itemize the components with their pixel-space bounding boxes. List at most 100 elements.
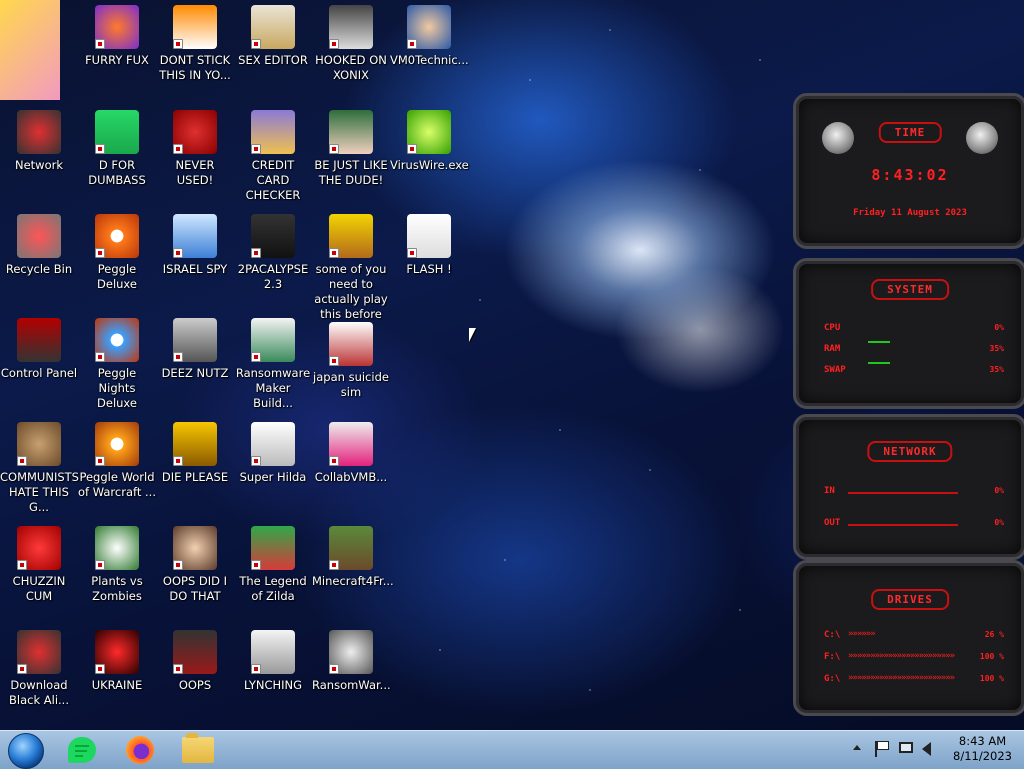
desktop-icon[interactable]: CREDIT CARD CHECKER bbox=[234, 110, 312, 203]
desktop-icon[interactable]: BE JUST LIKE THE DUDE! bbox=[312, 110, 390, 188]
action-center-flag-icon[interactable] bbox=[875, 741, 889, 757]
desktop-icon-label: CHUZZIN CUM bbox=[12, 574, 66, 603]
desktop-icon[interactable]: japan suicide sim bbox=[312, 322, 390, 400]
desktop-icon[interactable]: Network bbox=[0, 110, 78, 173]
desktop-icon[interactable]: D FOR DUMBASS bbox=[78, 110, 156, 188]
desktop-icon-label: FLASH ! bbox=[406, 262, 452, 276]
desktop-icon[interactable]: The Legend of Zilda bbox=[234, 526, 312, 604]
desktop-icon[interactable]: Minecraft4Fr... bbox=[312, 526, 394, 589]
sys-row-label: CPU bbox=[824, 323, 841, 333]
taskbar-clock[interactable]: 8:43 AM 8/11/2023 bbox=[953, 734, 1012, 764]
desktop-icon[interactable]: NEVER USED! bbox=[156, 110, 234, 188]
net-row-value: 0% bbox=[994, 518, 1004, 527]
desktop-icon-label: Peggle Nights Deluxe bbox=[97, 366, 137, 410]
shortcut-arrow-icon bbox=[329, 356, 339, 366]
desktop-icon[interactable]: VM0Technic... bbox=[390, 5, 469, 68]
desktop-icon[interactable]: Control Panel bbox=[0, 318, 78, 381]
net-row-value: 0% bbox=[994, 486, 1004, 495]
shortcut-arrow-icon bbox=[95, 39, 105, 49]
oops-icon bbox=[173, 630, 217, 674]
shortcut-arrow-icon bbox=[173, 39, 183, 49]
time-gadget-clock: 8:43:02 bbox=[871, 166, 949, 184]
network-tray-icon[interactable] bbox=[899, 742, 913, 753]
shortcut-arrow-icon bbox=[173, 456, 183, 466]
usage-bar bbox=[868, 362, 890, 364]
desktop-icon[interactable]: LYNCHING bbox=[234, 630, 312, 693]
desktop-icon-label: Download Black Ali... bbox=[9, 678, 69, 707]
drives-gadget[interactable]: DRIVES C:\ 26 % »»»»»» F:\ 100 % »»»»»»»»»»»»… bbox=[793, 560, 1024, 716]
folder-icon bbox=[182, 733, 214, 763]
desktop-icon[interactable]: OOPS DID I DO THAT bbox=[156, 526, 234, 604]
desktop-icon[interactable]: VirusWire.exe bbox=[390, 110, 469, 173]
network-gadget[interactable]: NETWORK IN 0% OUT 0% bbox=[793, 414, 1024, 560]
desktop-icon-label: CREDIT CARD CHECKER bbox=[245, 158, 301, 202]
shortcut-arrow-icon bbox=[95, 352, 105, 362]
desktop-icon[interactable]: FURRY FUX bbox=[78, 5, 156, 68]
desktop-icon[interactable]: Recycle Bin bbox=[0, 214, 78, 277]
desktop-icon-label: Super Hilda bbox=[239, 470, 307, 484]
lynching-icon bbox=[251, 630, 295, 674]
time-gadget[interactable]: TIME 8:43:02 Friday 11 August 2023 bbox=[793, 93, 1024, 249]
shortcut-arrow-icon bbox=[251, 39, 261, 49]
taskbar: 8:43 AM 8/11/2023 bbox=[0, 730, 1024, 769]
shortcut-arrow-icon bbox=[17, 664, 27, 674]
desktop-icon[interactable]: Peggle World of Warcraft ... bbox=[78, 422, 156, 500]
spotify-style-icon bbox=[95, 110, 139, 154]
desktop-icon[interactable]: CollabVMB... bbox=[312, 422, 390, 485]
xonix-icon bbox=[329, 5, 373, 49]
desktop-icon[interactable]: COMMUNISTS HATE THIS G... bbox=[0, 422, 79, 515]
desktop-icon[interactable]: Ransomware Maker Build... bbox=[234, 318, 312, 411]
desktop-icon[interactable]: DONT STICK THIS IN YO... bbox=[156, 5, 234, 83]
desktop-icon[interactable]: ISRAEL SPY bbox=[156, 214, 234, 277]
sys-row-label: RAM bbox=[824, 344, 841, 354]
sys-row-value: 35% bbox=[989, 365, 1004, 374]
system-gadget[interactable]: SYSTEM CPU 0% RAM 35% SWAP 35% bbox=[793, 258, 1024, 409]
desktop-icon[interactable] bbox=[0, 0, 78, 100]
taskbar-clock-time: 8:43 AM bbox=[958, 734, 1007, 748]
volume-tray-icon[interactable] bbox=[922, 742, 931, 756]
control-panel-icon bbox=[17, 318, 61, 362]
shortcut-arrow-icon bbox=[95, 144, 105, 154]
network-gadget-title: NETWORK bbox=[867, 441, 953, 462]
desktop-icon[interactable]: Download Black Ali... bbox=[0, 630, 78, 708]
desktop-icon[interactable]: RansomWar... bbox=[312, 630, 391, 693]
zelda-icon bbox=[251, 526, 295, 570]
desktop-icon-label: BE JUST LIKE THE DUDE! bbox=[314, 158, 388, 187]
taskbar-firefox[interactable] bbox=[120, 734, 160, 766]
desktop-icon[interactable]: HOOKED ON XONIX bbox=[312, 5, 390, 83]
shortcut-arrow-icon bbox=[251, 144, 261, 154]
desktop-icon[interactable]: UKRAINE bbox=[78, 630, 156, 693]
scooby-dog-icon bbox=[329, 214, 373, 258]
desktop-icon[interactable]: Peggle Deluxe bbox=[78, 214, 156, 292]
taskbar-file-explorer[interactable] bbox=[178, 733, 218, 766]
traffic-graph-line bbox=[848, 524, 958, 526]
desktop-icon[interactable]: Peggle Nights Deluxe bbox=[78, 318, 156, 411]
desktop-icon[interactable]: DIE PLEASE bbox=[156, 422, 234, 485]
desktop-icon[interactable]: Super Hilda bbox=[234, 422, 312, 485]
shortcut-arrow-icon bbox=[407, 248, 417, 258]
desktop-icon-label: LYNCHING bbox=[243, 678, 303, 692]
money-bag-icon bbox=[17, 422, 61, 466]
desktop-icon[interactable]: 2PACALYPSE 2.3 bbox=[234, 214, 312, 292]
sys-row-value: 0% bbox=[994, 323, 1004, 332]
desktop-icon[interactable]: CHUZZIN CUM bbox=[0, 526, 78, 604]
desktop-icon[interactable]: FLASH ! bbox=[390, 214, 468, 277]
start-button[interactable] bbox=[6, 733, 46, 769]
desktop-icon[interactable]: DEEZ NUTZ bbox=[156, 318, 234, 381]
desktop-icon-label: HOOKED ON XONIX bbox=[315, 53, 387, 82]
portrait-icon bbox=[173, 526, 217, 570]
desktop-icon[interactable]: SEX EDITOR bbox=[234, 5, 312, 68]
desktop-icon[interactable]: OOPS bbox=[156, 630, 234, 693]
radiation-icon bbox=[95, 630, 139, 674]
taskbar-notes-app[interactable] bbox=[62, 734, 102, 766]
desktop-icon[interactable]: some of you need to actually play this b… bbox=[312, 214, 390, 322]
show-hidden-icons-button[interactable] bbox=[853, 745, 861, 750]
drive-row-label: G:\ bbox=[824, 674, 841, 684]
desktop-icon[interactable]: Plants vs Zombies bbox=[78, 526, 156, 604]
shortcut-arrow-icon bbox=[17, 456, 27, 466]
shortcut-arrow-icon bbox=[329, 144, 339, 154]
shortcut-arrow-icon bbox=[251, 248, 261, 258]
shortcut-arrow-icon bbox=[251, 352, 261, 362]
credit-card-icon bbox=[251, 110, 295, 154]
die-please-icon bbox=[173, 422, 217, 466]
